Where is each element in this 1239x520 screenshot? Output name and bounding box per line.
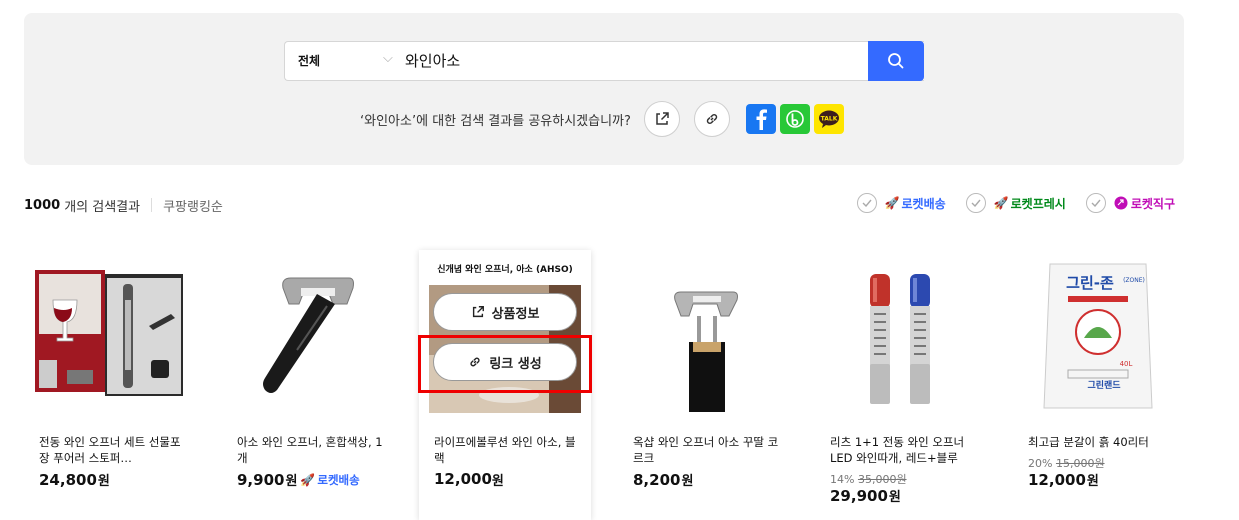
band-icon bbox=[786, 110, 804, 128]
delivery-filters: 🚀 로켓배송 🚀 로켓프레시 로켓직구 bbox=[837, 193, 1175, 213]
facebook-icon bbox=[756, 109, 767, 130]
search-icon bbox=[888, 53, 904, 69]
soil-zone-text: (ZONE) bbox=[1123, 277, 1145, 284]
soil-volume-text: 40L bbox=[1120, 360, 1133, 368]
product-price: 29,900 원 bbox=[830, 486, 901, 506]
price-unit: 원 bbox=[97, 474, 110, 489]
share-row: ‘와인아소’에 대한 검색 결과를 공유하시겠습니까? TALK bbox=[360, 101, 848, 137]
svg-text:TALK: TALK bbox=[821, 116, 838, 123]
product-price: 12,000 원 bbox=[434, 470, 504, 489]
product-price: 24,800 원 bbox=[39, 470, 110, 490]
search-bar: 전체 ⌵ bbox=[284, 41, 924, 81]
hover-promo-title: 신개념 와인 오프너, 아소 (AHSO) bbox=[437, 265, 573, 275]
price-unit: 원 bbox=[1086, 474, 1099, 489]
rocket-icon: 🚀 bbox=[300, 472, 316, 487]
filter-rocket-fresh[interactable]: 🚀 로켓프레시 bbox=[965, 193, 1066, 213]
search-button[interactable] bbox=[868, 41, 924, 81]
product-price: 9,900 원 🚀 로켓배송 bbox=[237, 470, 360, 490]
rocket-delivery-badge: 로켓배송 bbox=[317, 472, 360, 487]
price-value: 24,800 bbox=[39, 470, 97, 489]
price-value: 12,000 bbox=[434, 470, 492, 488]
search-input[interactable] bbox=[405, 42, 865, 80]
filter-rocket-delivery[interactable]: 🚀 로켓배송 bbox=[856, 193, 946, 213]
product-image[interactable] bbox=[231, 260, 383, 412]
discount-rate: 14% bbox=[830, 473, 855, 486]
result-count: 1000 bbox=[24, 197, 61, 213]
product-price: 12,000 원 bbox=[1028, 470, 1099, 490]
price-unit: 원 bbox=[888, 490, 901, 505]
share-external-button[interactable] bbox=[643, 101, 680, 137]
soil-maker-text: 그린랜드 bbox=[1087, 379, 1121, 391]
discount-row: 14% 35,000원 bbox=[830, 471, 907, 487]
original-price: 15,000원 bbox=[1055, 457, 1105, 470]
discount-row: 20% 15,000원 bbox=[1028, 455, 1105, 471]
rocket-global-icon bbox=[1114, 196, 1128, 210]
product-name[interactable]: 리츠 1+1 전동 와인 오프너 LED 와인따개, 레드+블루 bbox=[830, 434, 980, 466]
price-value: 29,900 bbox=[830, 486, 888, 505]
link-icon bbox=[706, 114, 718, 124]
facebook-share-button[interactable] bbox=[745, 104, 776, 134]
divider bbox=[151, 198, 153, 212]
external-link-icon bbox=[656, 112, 669, 125]
product-info-label: 상품정보 bbox=[491, 306, 540, 322]
product-name[interactable]: 최고급 분갈이 흙 40리터 bbox=[1028, 434, 1178, 450]
price-value: 12,000 bbox=[1028, 470, 1086, 489]
product-name[interactable]: 라이프에볼루션 와인 아소, 블랙 bbox=[434, 434, 584, 466]
product-info-button[interactable]: 상품정보 bbox=[433, 293, 577, 331]
price-unit: 원 bbox=[681, 474, 694, 489]
sort-option[interactable]: 쿠팡랭킹순 bbox=[163, 196, 223, 215]
band-share-button[interactable] bbox=[779, 104, 810, 134]
check-icon[interactable] bbox=[856, 193, 877, 213]
product-image[interactable]: 그린-존 (ZONE) 40L 그린랜드 bbox=[1022, 260, 1174, 412]
filter-rocket-global[interactable]: 로켓직구 bbox=[1085, 193, 1175, 213]
soil-brand-text: 그린-존 bbox=[1066, 274, 1114, 292]
filter-label: 로켓배송 bbox=[901, 196, 946, 211]
chevron-down-icon[interactable]: ⌵ bbox=[383, 51, 393, 66]
product-image[interactable] bbox=[824, 260, 976, 412]
filter-label: 로켓프레시 bbox=[1010, 196, 1066, 211]
original-price: 35,000원 bbox=[857, 473, 907, 486]
copy-link-button[interactable] bbox=[693, 101, 730, 137]
price-unit: 원 bbox=[491, 474, 504, 489]
check-icon[interactable] bbox=[965, 193, 986, 213]
search-panel: 전체 ⌵ ‘와인아소’에 대한 검색 결과를 공유하시겠습니까? bbox=[24, 13, 1184, 165]
product-price: 8,200 원 bbox=[633, 470, 694, 490]
result-summary: 1000 개의 검색결과 쿠팡랭킹순 bbox=[24, 195, 223, 215]
price-unit: 원 bbox=[285, 474, 298, 489]
rocket-fresh-icon: 🚀 bbox=[993, 196, 1009, 210]
discount-rate: 20% bbox=[1028, 457, 1053, 470]
product-image[interactable] bbox=[627, 260, 779, 412]
highlight-box bbox=[418, 335, 592, 393]
result-count-label: 개의 검색결과 bbox=[64, 199, 141, 215]
kakaotalk-share-button[interactable]: TALK bbox=[813, 104, 844, 134]
check-icon[interactable] bbox=[1085, 193, 1106, 213]
price-value: 9,900 bbox=[237, 470, 285, 489]
share-prompt: ‘와인아소’에 대한 검색 결과를 공유하시겠습니까? bbox=[360, 113, 631, 129]
product-name[interactable]: 아소 와인 오프너, 혼합색상, 1개 bbox=[237, 434, 387, 466]
external-link-icon bbox=[472, 306, 484, 318]
price-value: 8,200 bbox=[633, 470, 681, 489]
kakaotalk-icon: TALK bbox=[818, 110, 839, 128]
product-name[interactable]: 옥샵 와인 오프너 아소 꾸딸 코르크 bbox=[633, 434, 783, 466]
product-name[interactable]: 전동 와인 오프너 세트 선물포장 푸어러 스토퍼… bbox=[39, 434, 189, 466]
filter-label: 로켓직구 bbox=[1130, 196, 1175, 211]
search-scope-select[interactable]: 전체 bbox=[298, 42, 320, 80]
product-image[interactable] bbox=[33, 260, 185, 412]
rocket-icon: 🚀 bbox=[884, 196, 900, 210]
